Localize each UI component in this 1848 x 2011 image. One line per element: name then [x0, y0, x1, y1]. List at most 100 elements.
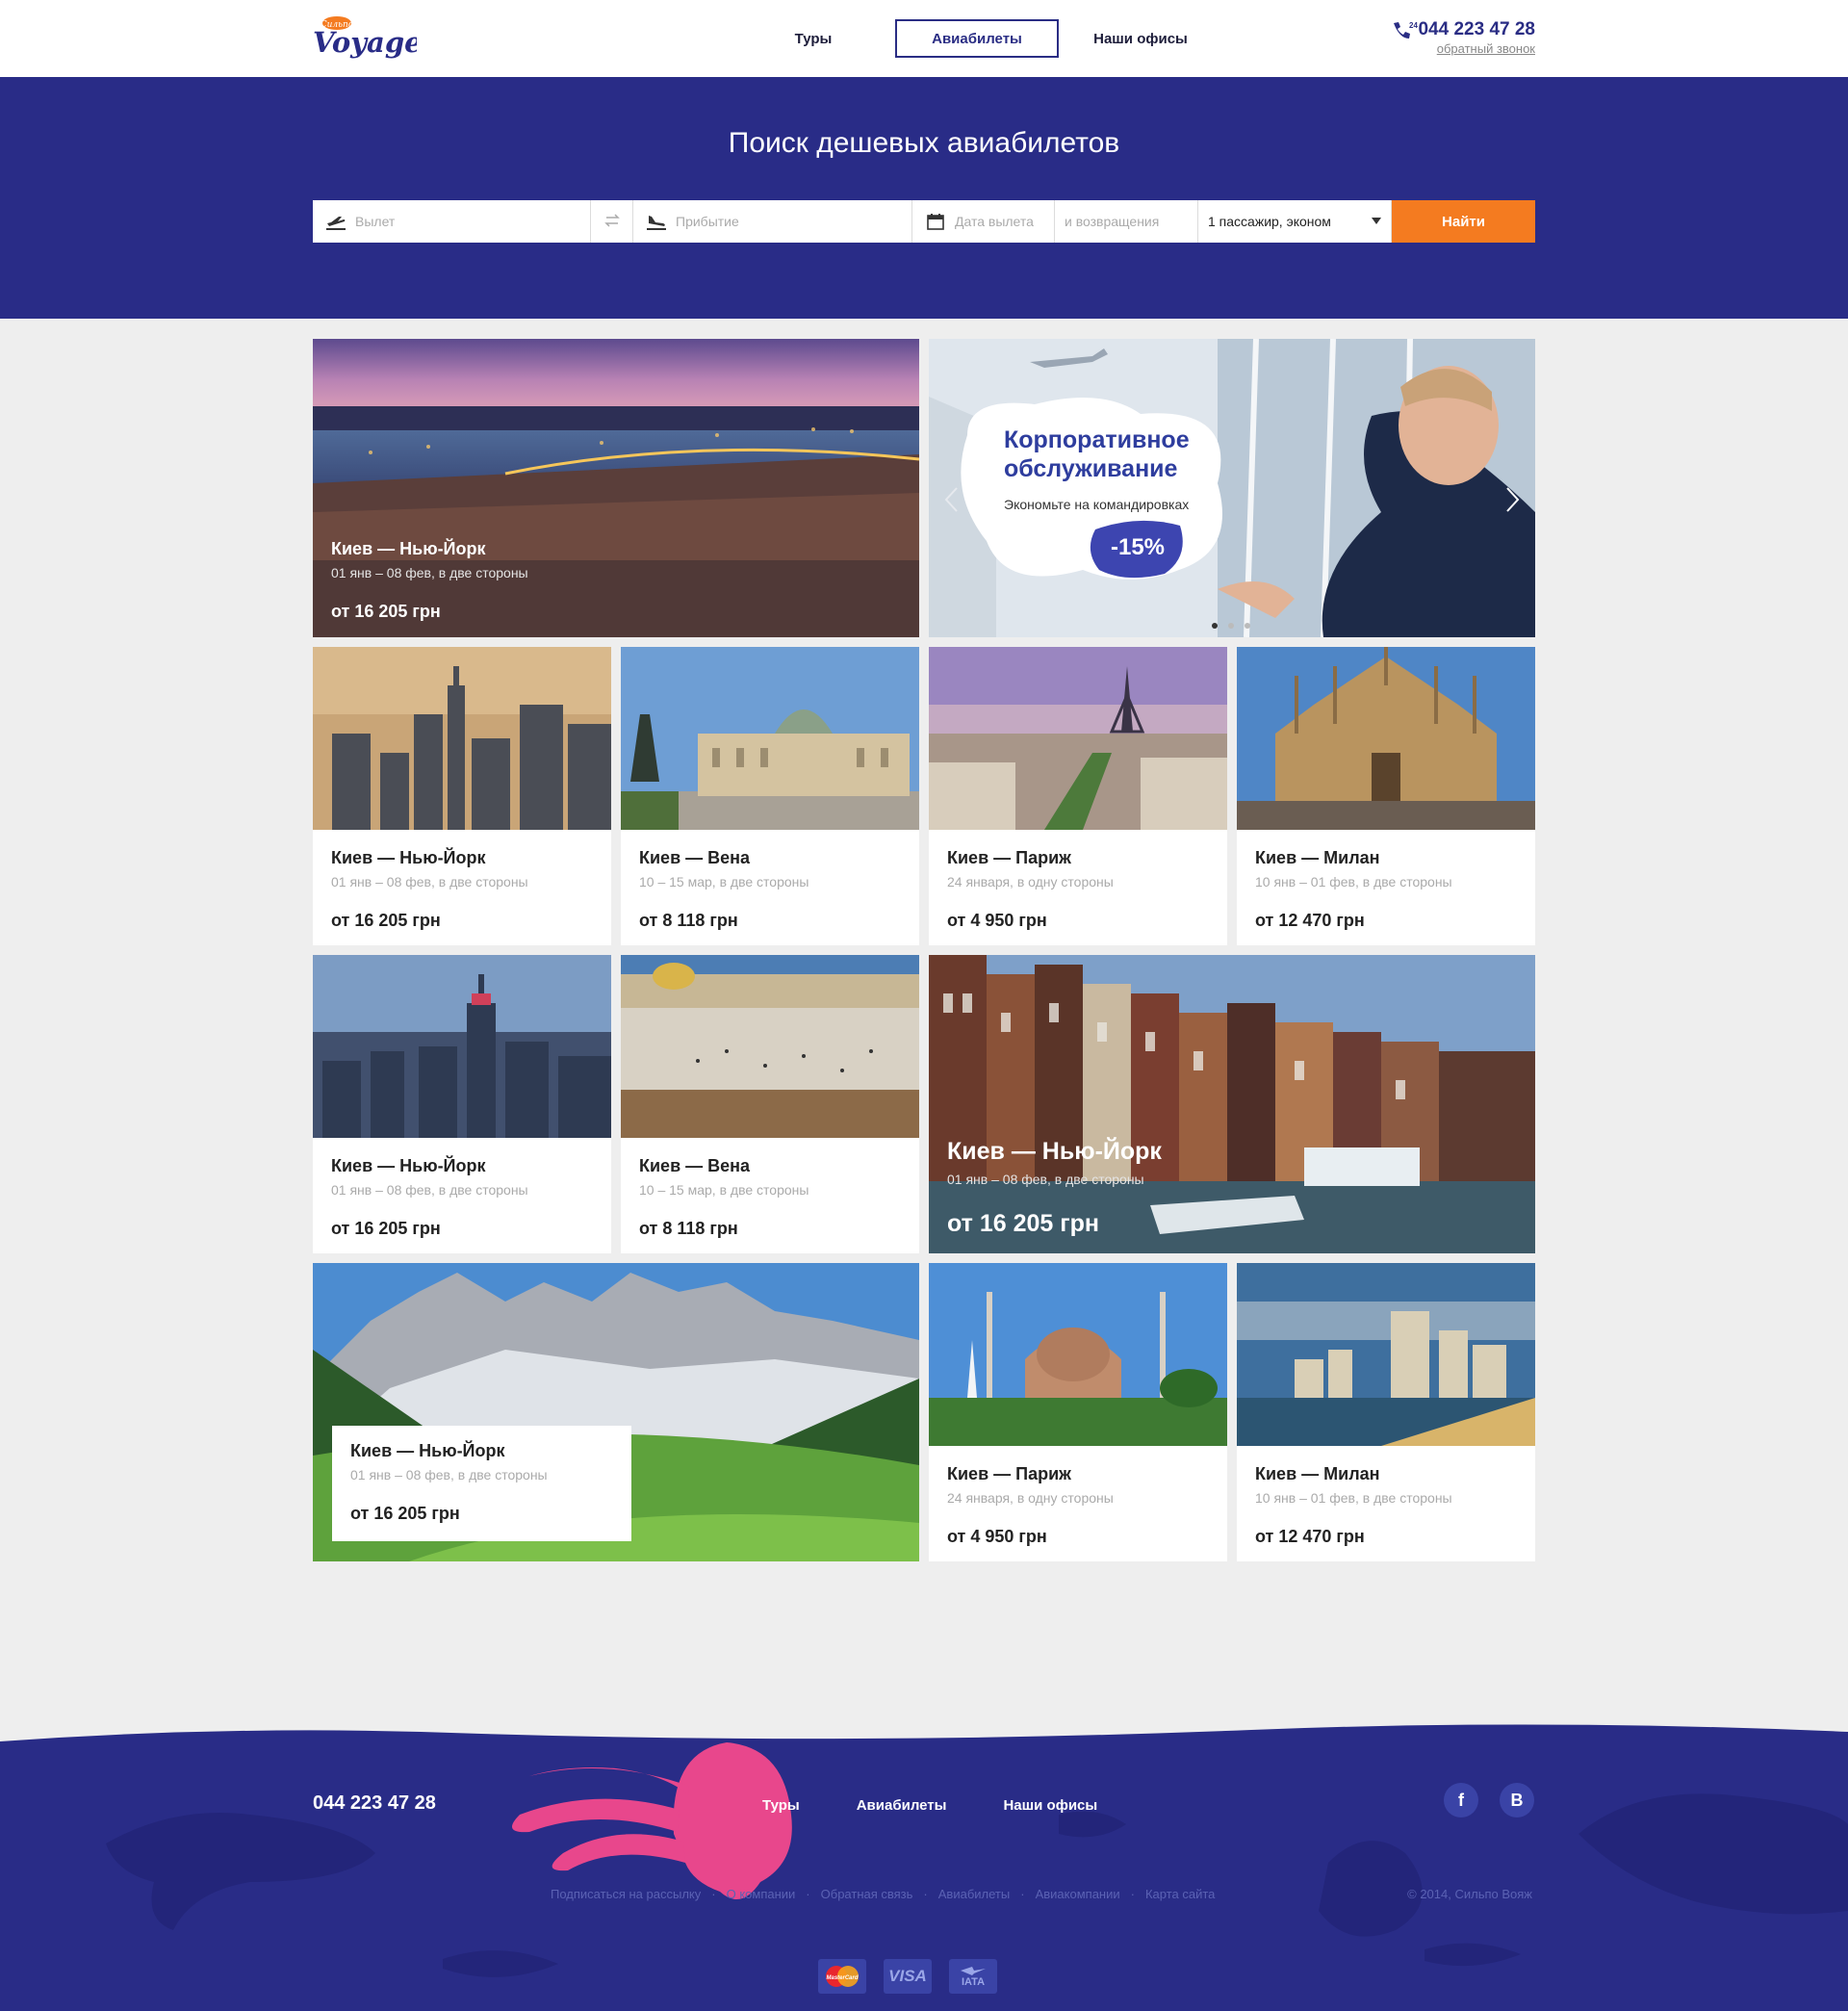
deal-tile[interactable]: Киев — Нью-Йорк 01 янв – 08 фев, в две с…: [313, 1263, 919, 1561]
footer-phone[interactable]: 044 223 47 28: [313, 1792, 436, 1815]
footer-link-feedback[interactable]: Обратная связь: [821, 1887, 913, 1901]
deal-tile[interactable]: Киев — Нью-Йорк 01 янв – 08 фев, в две с…: [313, 339, 919, 637]
slider-dots: [1212, 623, 1261, 629]
slider-next-icon[interactable]: [1502, 485, 1522, 514]
phone-24-icon: 24: [1391, 20, 1419, 39]
deal-tile[interactable]: Киев — Милан 10 янв – 01 фев, в две стор…: [1237, 1263, 1535, 1561]
calendar-icon: [924, 212, 947, 231]
slider-dot[interactable]: [1212, 623, 1218, 629]
footer-separator: ·: [806, 1887, 810, 1901]
swap-button[interactable]: [591, 200, 633, 243]
date-return-field[interactable]: и возвращения: [1055, 200, 1198, 243]
hero-title: Поиск дешевых авиабилетов: [728, 127, 1120, 159]
footer-link-flights[interactable]: Авиабилеты: [938, 1887, 1010, 1901]
logo-main-text: Voyage: [313, 26, 417, 59]
facebook-icon[interactable]: f: [1444, 1783, 1478, 1818]
plane-landing-icon: [645, 212, 668, 231]
slider-prev-icon[interactable]: [942, 485, 962, 514]
deal-route: Киев — Милан: [1255, 848, 1380, 867]
deal-tile[interactable]: Киев — Милан 10 янв – 01 фев, в две стор…: [1237, 647, 1535, 945]
footer-separator: ·: [1020, 1887, 1025, 1901]
header-phone[interactable]: 044 223 47 28: [1418, 19, 1535, 40]
plane-takeoff-icon: [324, 212, 347, 231]
site-header: Сильпо Voyage Туры Авиабилеты Наши офисы…: [0, 0, 1848, 77]
deal-caption: Киев — Вена 10 – 15 мар, в две стороны о…: [639, 1156, 808, 1239]
deal-route: Киев — Париж: [947, 1464, 1071, 1483]
deal-tile[interactable]: Киев — Вена 10 – 15 мар, в две стороны о…: [621, 955, 919, 1253]
deal-caption: Киев — Милан 10 янв – 01 фев, в две стор…: [1255, 848, 1452, 931]
deal-dates: 10 – 15 мар, в две стороны: [639, 1182, 809, 1198]
deal-caption: Киев — Нью-Йорк 01 янв – 08 фев, в две с…: [331, 1156, 528, 1239]
deal-route: Киев — Милан: [1255, 1464, 1380, 1483]
deal-route: Киев — Нью-Йорк: [331, 848, 486, 867]
date-depart-field[interactable]: Дата вылета: [912, 200, 1055, 243]
deal-price: от 4 950 грн: [947, 1527, 1047, 1546]
hero-search: Поиск дешевых авиабилетов Вылет Прибытие…: [0, 77, 1848, 319]
deal-price: от 16 205 грн: [331, 602, 441, 621]
footer-separator: ·: [711, 1887, 716, 1901]
search-form: Вылет Прибытие Дата вылета и возвращения…: [313, 200, 1535, 243]
footer-link-about[interactable]: О компании: [727, 1887, 796, 1901]
deal-route: Киев — Вена: [639, 1156, 751, 1175]
phone-block: 24 044 223 47 28 обратный звонок: [1391, 19, 1535, 58]
callback-link[interactable]: обратный звонок: [1437, 41, 1535, 56]
iata-icon: IATA: [949, 1959, 997, 1994]
search-button[interactable]: Найти: [1392, 200, 1535, 243]
deal-dates: 24 января, в одну стороны: [947, 874, 1114, 889]
passengers-select[interactable]: 1 пассажир, эконом: [1198, 200, 1392, 243]
svg-text:24: 24: [1409, 21, 1418, 30]
footer-links: Подписаться на рассылку · О компании · О…: [551, 1887, 1215, 1901]
milan-photo: [1237, 647, 1535, 830]
payment-logos: MasterCard VISA IATA: [818, 1959, 1014, 1994]
new-york-night-photo: [313, 955, 611, 1138]
footer-link-airlines[interactable]: Авиакомпании: [1036, 1887, 1120, 1901]
deal-dates: 01 янв – 08 фев, в две стороны: [331, 1182, 528, 1198]
date-return-placeholder: и возвращения: [1065, 214, 1160, 229]
arrive-placeholder: Прибытие: [676, 214, 739, 229]
swap-icon: [603, 213, 621, 231]
nav-flights[interactable]: Авиабилеты: [895, 19, 1059, 58]
promo-title: Корпоративное обслуживание: [1004, 426, 1190, 482]
footer-separator: ·: [923, 1887, 928, 1901]
footer-nav: Туры Авиабилеты Наши офисы: [762, 1797, 1154, 1814]
nav-tours[interactable]: Туры: [732, 19, 895, 58]
slider-dot[interactable]: [1228, 623, 1234, 629]
logo[interactable]: Сильпо Voyage: [311, 10, 423, 64]
discount-badge: -15%: [1110, 534, 1166, 560]
deal-caption: Киев — Вена 10 – 15 мар, в две стороны о…: [639, 848, 808, 931]
deal-caption: Киев — Нью-Йорк 01 янв – 08 фев, в две с…: [331, 848, 528, 931]
nav-offices[interactable]: Наши офисы: [1059, 19, 1222, 58]
deal-tile[interactable]: Киев — Париж 24 января, в одну стороны о…: [929, 1263, 1227, 1561]
promo-subtitle: Экономьте на командировках: [1004, 497, 1190, 512]
deal-price: от 4 950 грн: [947, 911, 1047, 930]
footer-nav-offices[interactable]: Наши офисы: [1003, 1797, 1097, 1814]
deal-caption: Киев — Париж 24 января, в одну стороны о…: [947, 1464, 1114, 1547]
deal-caption: Киев — Париж 24 января, в одну стороны о…: [947, 848, 1114, 931]
footer-nav-flights[interactable]: Авиабилеты: [857, 1797, 947, 1814]
deal-tile[interactable]: Киев — Нью-Йорк 01 янв – 08 фев, в две с…: [313, 647, 611, 945]
vkontakte-icon[interactable]: B: [1500, 1783, 1534, 1818]
deal-caption: Киев — Милан 10 янв – 01 фев, в две стор…: [1255, 1464, 1452, 1547]
footer-nav-tours[interactable]: Туры: [762, 1797, 800, 1814]
mastercard-icon: MasterCard: [818, 1959, 866, 1994]
deal-tile[interactable]: Киев — Нью-Йорк 01 янв – 08 фев, в две с…: [929, 955, 1535, 1253]
arrive-field[interactable]: Прибытие: [633, 200, 912, 243]
deal-tile[interactable]: Киев — Париж 24 января, в одну стороны о…: [929, 647, 1227, 945]
deal-dates: 10 – 15 мар, в две стороны: [639, 874, 809, 889]
depart-field[interactable]: Вылет: [313, 200, 591, 243]
deal-dates: 01 янв – 08 фев, в две стороны: [350, 1467, 548, 1482]
deal-tile[interactable]: Киев — Нью-Йорк 01 янв – 08 фев, в две с…: [313, 955, 611, 1253]
site-footer: 044 223 47 28 Туры Авиабилеты Наши офисы…: [0, 1718, 1848, 2011]
deal-dates: 01 янв – 08 фев, в две стороны: [331, 565, 528, 580]
date-depart-placeholder: Дата вылета: [955, 214, 1034, 229]
slider-dot[interactable]: [1245, 623, 1250, 629]
footer-link-subscribe[interactable]: Подписаться на рассылку: [551, 1887, 701, 1901]
vienna-photo: [621, 647, 919, 830]
deal-tile[interactable]: Киев — Вена 10 – 15 мар, в две стороны о…: [621, 647, 919, 945]
chevron-down-icon: [1372, 218, 1381, 224]
deal-price: от 16 205 грн: [947, 1210, 1100, 1237]
deal-dates: 01 янв – 08 фев, в две стороны: [947, 1172, 1144, 1187]
deal-price: от 8 118 грн: [639, 911, 738, 930]
new-york-photo: [313, 647, 611, 830]
footer-link-sitemap[interactable]: Карта сайта: [1145, 1887, 1215, 1901]
